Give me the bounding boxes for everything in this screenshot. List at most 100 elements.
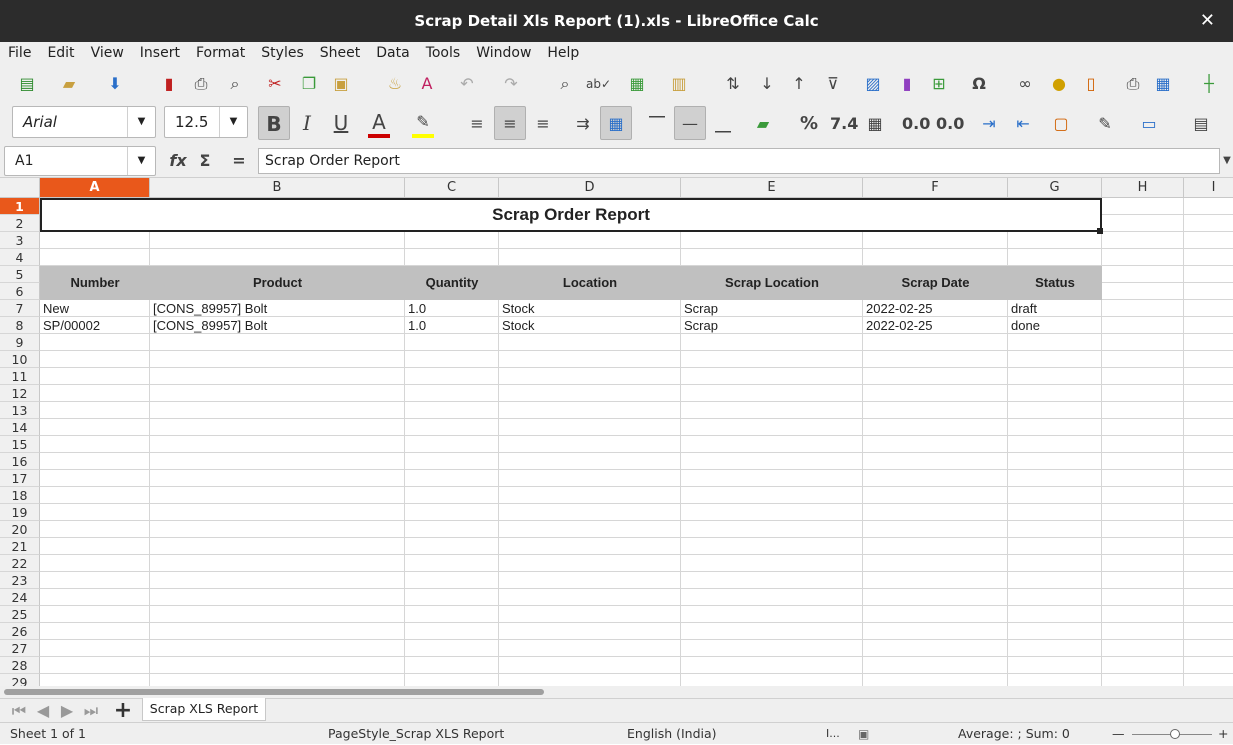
autofilter-icon[interactable]: ⊽ xyxy=(822,73,844,95)
border-color-icon[interactable]: ▭ xyxy=(1138,113,1160,135)
column-header-c[interactable]: C xyxy=(405,178,499,198)
menu-window[interactable]: Window xyxy=(468,42,539,64)
row-header-14[interactable]: 14 xyxy=(0,419,40,436)
special-character-icon[interactable]: Ω xyxy=(968,73,990,95)
column-header-f[interactable]: F xyxy=(863,178,1008,198)
headers-footers-icon[interactable]: ▯ xyxy=(1080,73,1102,95)
find-replace-icon[interactable]: ⌕ xyxy=(554,73,576,95)
row-header-15[interactable]: 15 xyxy=(0,436,40,453)
borders-icon[interactable]: ▢ xyxy=(1050,113,1072,135)
align-left-icon[interactable]: ≡ xyxy=(466,113,488,135)
clear-formatting-icon[interactable]: A xyxy=(416,73,438,95)
header-status[interactable]: Status xyxy=(1008,266,1102,300)
sort-ascending-icon[interactable]: ↓ xyxy=(756,73,778,95)
indent-decrease-icon[interactable]: ⇤ xyxy=(1012,113,1034,135)
close-icon[interactable]: ✕ xyxy=(1200,0,1215,42)
hyperlink-icon[interactable]: ∞ xyxy=(1014,73,1036,95)
menu-file[interactable]: File xyxy=(0,42,39,64)
add-decimal-button[interactable]: 0.0 xyxy=(902,113,930,135)
cut-icon[interactable]: ✂ xyxy=(264,73,286,95)
table-cell[interactable]: [CONS_89957] Bolt xyxy=(150,300,405,317)
report-title-cell[interactable]: Scrap Order Report xyxy=(40,198,1102,232)
currency-icon[interactable]: ▰ xyxy=(752,113,774,135)
row-header-13[interactable]: 13 xyxy=(0,402,40,419)
row-header-19[interactable]: 19 xyxy=(0,504,40,521)
formula-input[interactable]: Scrap Order Report xyxy=(258,148,1220,174)
column-header-g[interactable]: G xyxy=(1008,178,1102,198)
print-icon[interactable]: ⎙ xyxy=(190,73,212,95)
row-header-16[interactable]: 16 xyxy=(0,453,40,470)
pivot-table-icon[interactable]: ⊞ xyxy=(928,73,950,95)
save-icon[interactable]: ⬇ xyxy=(104,73,126,95)
menu-sheet[interactable]: Sheet xyxy=(312,42,368,64)
table-cell[interactable]: [CONS_89957] Bolt xyxy=(150,317,405,334)
first-sheet-icon[interactable]: ⏮ xyxy=(8,700,30,722)
freeze-rows-columns-icon[interactable]: ▦ xyxy=(1152,73,1174,95)
italic-button[interactable]: I xyxy=(296,112,318,134)
redo-icon[interactable]: ↷ xyxy=(500,73,522,95)
column-header-e[interactable]: E xyxy=(681,178,863,198)
row-header-8[interactable]: 8 xyxy=(0,317,40,334)
align-center-icon[interactable]: ≡ xyxy=(494,106,526,140)
column-header-h[interactable]: H xyxy=(1102,178,1184,198)
bold-button[interactable]: B xyxy=(258,106,290,140)
date-format-icon[interactable]: ▦ xyxy=(864,113,886,135)
insert-row-icon[interactable]: ▦ xyxy=(626,73,648,95)
table-cell[interactable]: 1.0 xyxy=(405,317,499,334)
row-header-17[interactable]: 17 xyxy=(0,470,40,487)
row-header-28[interactable]: 28 xyxy=(0,657,40,674)
font-color-icon[interactable]: A xyxy=(368,111,390,133)
insert-chart-icon[interactable]: ▮ xyxy=(896,73,918,95)
previous-sheet-icon[interactable]: ◀ xyxy=(32,700,54,722)
row-header-5[interactable]: 5 xyxy=(0,266,40,283)
add-sheet-button[interactable]: + xyxy=(112,700,134,722)
split-window-icon[interactable]: ┼ xyxy=(1198,73,1220,95)
table-cell[interactable]: New xyxy=(40,300,150,317)
font-name-box[interactable]: Arial ▼ xyxy=(12,106,156,138)
menu-help[interactable]: Help xyxy=(539,42,587,64)
row-header-23[interactable]: 23 xyxy=(0,572,40,589)
new-document-icon[interactable]: ▤ xyxy=(16,73,38,95)
open-folder-icon[interactable]: ▰ xyxy=(58,73,80,95)
define-print-area-icon[interactable]: ⎙ xyxy=(1122,73,1144,95)
merge-center-icon[interactable]: ▦ xyxy=(600,106,632,140)
header-scrap-location[interactable]: Scrap Location xyxy=(681,266,863,300)
zoom-out-button[interactable]: — xyxy=(1112,723,1125,745)
menu-data[interactable]: Data xyxy=(368,42,417,64)
scrollbar-thumb[interactable] xyxy=(4,689,544,695)
menu-styles[interactable]: Styles xyxy=(253,42,311,64)
row-header-25[interactable]: 25 xyxy=(0,606,40,623)
chevron-down-icon[interactable]: ▼ xyxy=(127,107,155,137)
row-header-2[interactable]: 2 xyxy=(0,215,40,232)
spelling-icon[interactable]: ab✓ xyxy=(586,73,611,95)
header-product[interactable]: Product xyxy=(150,266,405,300)
row-header-26[interactable]: 26 xyxy=(0,623,40,640)
sort-icon[interactable]: ⇅ xyxy=(722,73,744,95)
formula-icon[interactable]: = xyxy=(228,150,250,172)
highlight-icon[interactable]: ✎ xyxy=(412,111,434,133)
zoom-slider-knob[interactable] xyxy=(1170,729,1180,739)
row-header-12[interactable]: 12 xyxy=(0,385,40,402)
row-header-9[interactable]: 9 xyxy=(0,334,40,351)
function-wizard-icon[interactable]: fx xyxy=(166,150,190,172)
row-header-20[interactable]: 20 xyxy=(0,521,40,538)
conditional-format-icon[interactable]: ▤ xyxy=(1190,113,1212,135)
align-bottom-icon[interactable]: ⎽ xyxy=(712,113,734,135)
insert-image-icon[interactable]: ▨ xyxy=(862,73,884,95)
export-pdf-icon[interactable]: ▮ xyxy=(158,73,180,95)
delete-decimal-button[interactable]: 0.0 xyxy=(936,113,964,135)
align-middle-icon[interactable]: — xyxy=(674,106,706,140)
last-sheet-icon[interactable]: ⏭ xyxy=(80,700,102,722)
wrap-text-icon[interactable]: ⇉ xyxy=(572,113,594,135)
align-top-icon[interactable]: ⎺ xyxy=(646,113,668,135)
table-cell[interactable]: SP/00002 xyxy=(40,317,150,334)
menu-edit[interactable]: Edit xyxy=(39,42,82,64)
table-cell[interactable]: draft xyxy=(1008,300,1102,317)
row-header-6[interactable]: 6 xyxy=(0,283,40,300)
menu-format[interactable]: Format xyxy=(188,42,253,64)
border-style-icon[interactable]: ✎ xyxy=(1094,113,1116,135)
percent-button[interactable]: % xyxy=(798,113,820,135)
chevron-down-icon[interactable]: ▼ xyxy=(219,107,247,137)
spreadsheet-grid[interactable]: ABCDEFGHI 1 2 3 4 5 6 7 8 9 10 11 12 13 14 15 16 17 18 19 2… xyxy=(0,178,1233,686)
row-header-1[interactable]: 1 xyxy=(0,198,40,215)
